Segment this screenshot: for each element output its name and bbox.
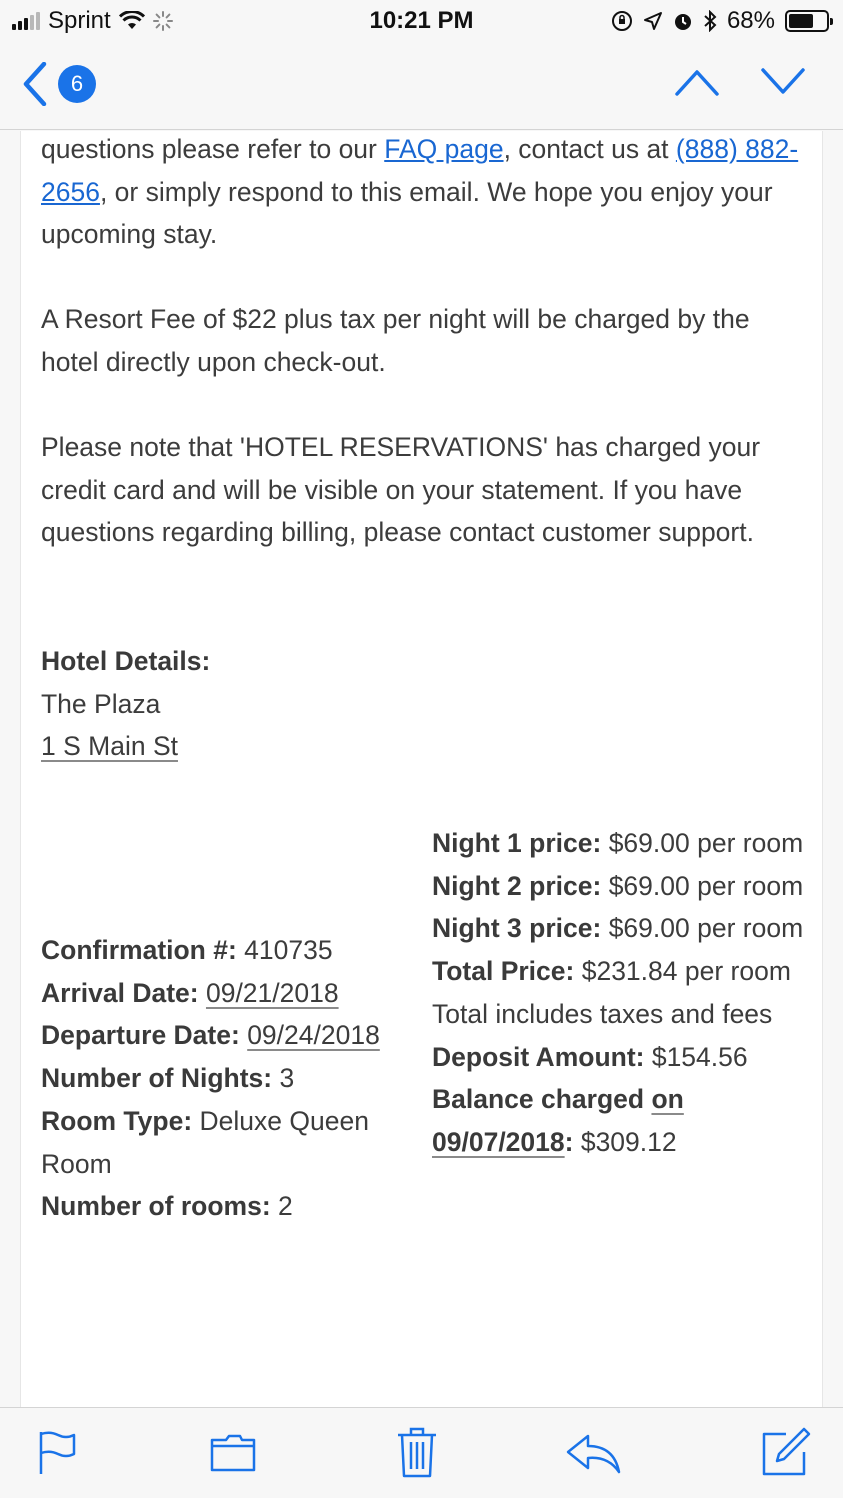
bluetooth-icon	[704, 10, 717, 32]
departure-label: Departure Date:	[41, 1020, 240, 1051]
contact-text: , contact us at	[503, 134, 676, 164]
unread-count-badge: 6	[58, 65, 96, 103]
night3-price-value: $69.00 per room	[601, 913, 804, 944]
compose-icon	[762, 1427, 811, 1476]
flag-icon	[39, 1431, 76, 1474]
confirmation-row: Confirmation #: 410735	[41, 929, 413, 972]
confirmation-value: 410735	[236, 935, 333, 965]
hotel-details-heading: Hotel Details:	[41, 646, 211, 676]
battery-percent: 68%	[726, 7, 775, 34]
rooms-row: Number of rooms: 2	[41, 1185, 413, 1228]
night2-price-value: $69.00 per room	[601, 870, 804, 901]
booking-details: Confirmation #: 410735 Arrival Date: 09/…	[41, 929, 413, 1228]
night2-price-label: Night 2 price:	[432, 870, 602, 901]
location-arrow-icon	[643, 12, 662, 30]
deposit-label: Deposit Amount:	[432, 1041, 645, 1072]
rooms-value: 2	[270, 1191, 293, 1222]
reply-button[interactable]	[566, 1434, 622, 1479]
previous-message-button[interactable]	[675, 68, 719, 96]
bottom-toolbar	[0, 1407, 843, 1498]
total-price-row: Total Price: $231.84 per room	[432, 950, 812, 993]
rooms-label: Number of rooms:	[41, 1191, 271, 1222]
nights-value: 3	[272, 1063, 295, 1094]
deposit-value: $154.56	[644, 1041, 748, 1072]
hotel-name: The Plaza	[41, 688, 161, 719]
balance-label-on[interactable]: on	[651, 1084, 683, 1114]
status-right: 68%	[611, 7, 833, 35]
night1-price-value: $69.00 per room	[601, 828, 804, 858]
contact-paragraph: questions please refer to our FAQ page, …	[41, 131, 801, 256]
reply-icon	[566, 1434, 621, 1474]
confirmation-label: Confirmation #:	[41, 935, 237, 965]
night2-price-row: Night 2 price: $69.00 per room	[432, 865, 812, 908]
hotel-address[interactable]: 1 S Main St	[41, 731, 178, 761]
night1-price-row: Night 1 price: $69.00 per room	[432, 822, 812, 865]
nights-label: Number of Nights:	[41, 1063, 273, 1094]
chevron-left-icon	[23, 62, 47, 106]
trash-icon	[398, 1427, 436, 1478]
nights-row: Number of Nights: 3	[41, 1057, 413, 1100]
next-message-button[interactable]	[761, 68, 805, 96]
flag-button[interactable]	[38, 1430, 78, 1481]
resort-fee-paragraph: A Resort Fee of $22 plus tax per night w…	[41, 304, 750, 377]
total-price-value: $231.84 per room	[574, 956, 791, 987]
night1-price-label: Night 1 price:	[432, 828, 602, 858]
night3-price-label: Night 3 price:	[432, 913, 602, 944]
contact-text: , or simply respond to this email. We ho…	[41, 176, 773, 250]
nav-bar: 6	[0, 42, 843, 130]
room-type-label: Room Type:	[41, 1105, 193, 1136]
move-to-folder-button[interactable]	[210, 1434, 256, 1477]
balance-row: Balance charged on 09/07/2018: $309.12	[432, 1078, 812, 1163]
departure-row: Departure Date: 09/24/2018	[41, 1014, 413, 1057]
deposit-row: Deposit Amount: $154.56	[432, 1036, 812, 1079]
contact-text: questions please refer to our	[41, 134, 385, 164]
room-type-row: Room Type: Deluxe Queen Room	[41, 1100, 413, 1185]
folder-icon	[210, 1434, 256, 1472]
orientation-lock-icon	[611, 11, 632, 31]
compose-button[interactable]	[760, 1426, 812, 1483]
arrival-row: Arrival Date: 09/21/2018	[41, 972, 413, 1015]
arrival-label: Arrival Date:	[41, 977, 199, 1008]
email-body: questions please refer to our FAQ page, …	[20, 131, 823, 1407]
delete-button[interactable]	[396, 1426, 438, 1483]
balance-date[interactable]: 09/07/2018	[432, 1127, 565, 1157]
balance-value: $309.12	[573, 1126, 677, 1157]
battery-icon	[785, 10, 833, 32]
faq-link[interactable]: FAQ page	[384, 134, 503, 164]
total-price-label: Total Price:	[432, 956, 575, 987]
total-note: Total includes taxes and fees	[432, 998, 773, 1029]
alarm-icon	[674, 14, 691, 30]
status-bar: Sprint 10:21 PM 68%	[0, 0, 843, 42]
night3-price-row: Night 3 price: $69.00 per room	[432, 907, 812, 950]
balance-label: Balance charged	[432, 1084, 652, 1115]
pricing-details: Night 1 price: $69.00 per room Night 2 p…	[432, 822, 812, 1164]
billing-paragraph: Please note that 'HOTEL RESERVATIONS' ha…	[41, 432, 761, 548]
message-navigation	[675, 68, 805, 96]
hotel-details: Hotel Details: The Plaza 1 S Main St	[41, 640, 801, 768]
back-button[interactable]: 6	[22, 62, 96, 106]
arrival-date[interactable]: 09/21/2018	[206, 978, 339, 1008]
departure-date[interactable]: 09/24/2018	[247, 1020, 380, 1050]
battery-fill	[789, 14, 814, 28]
